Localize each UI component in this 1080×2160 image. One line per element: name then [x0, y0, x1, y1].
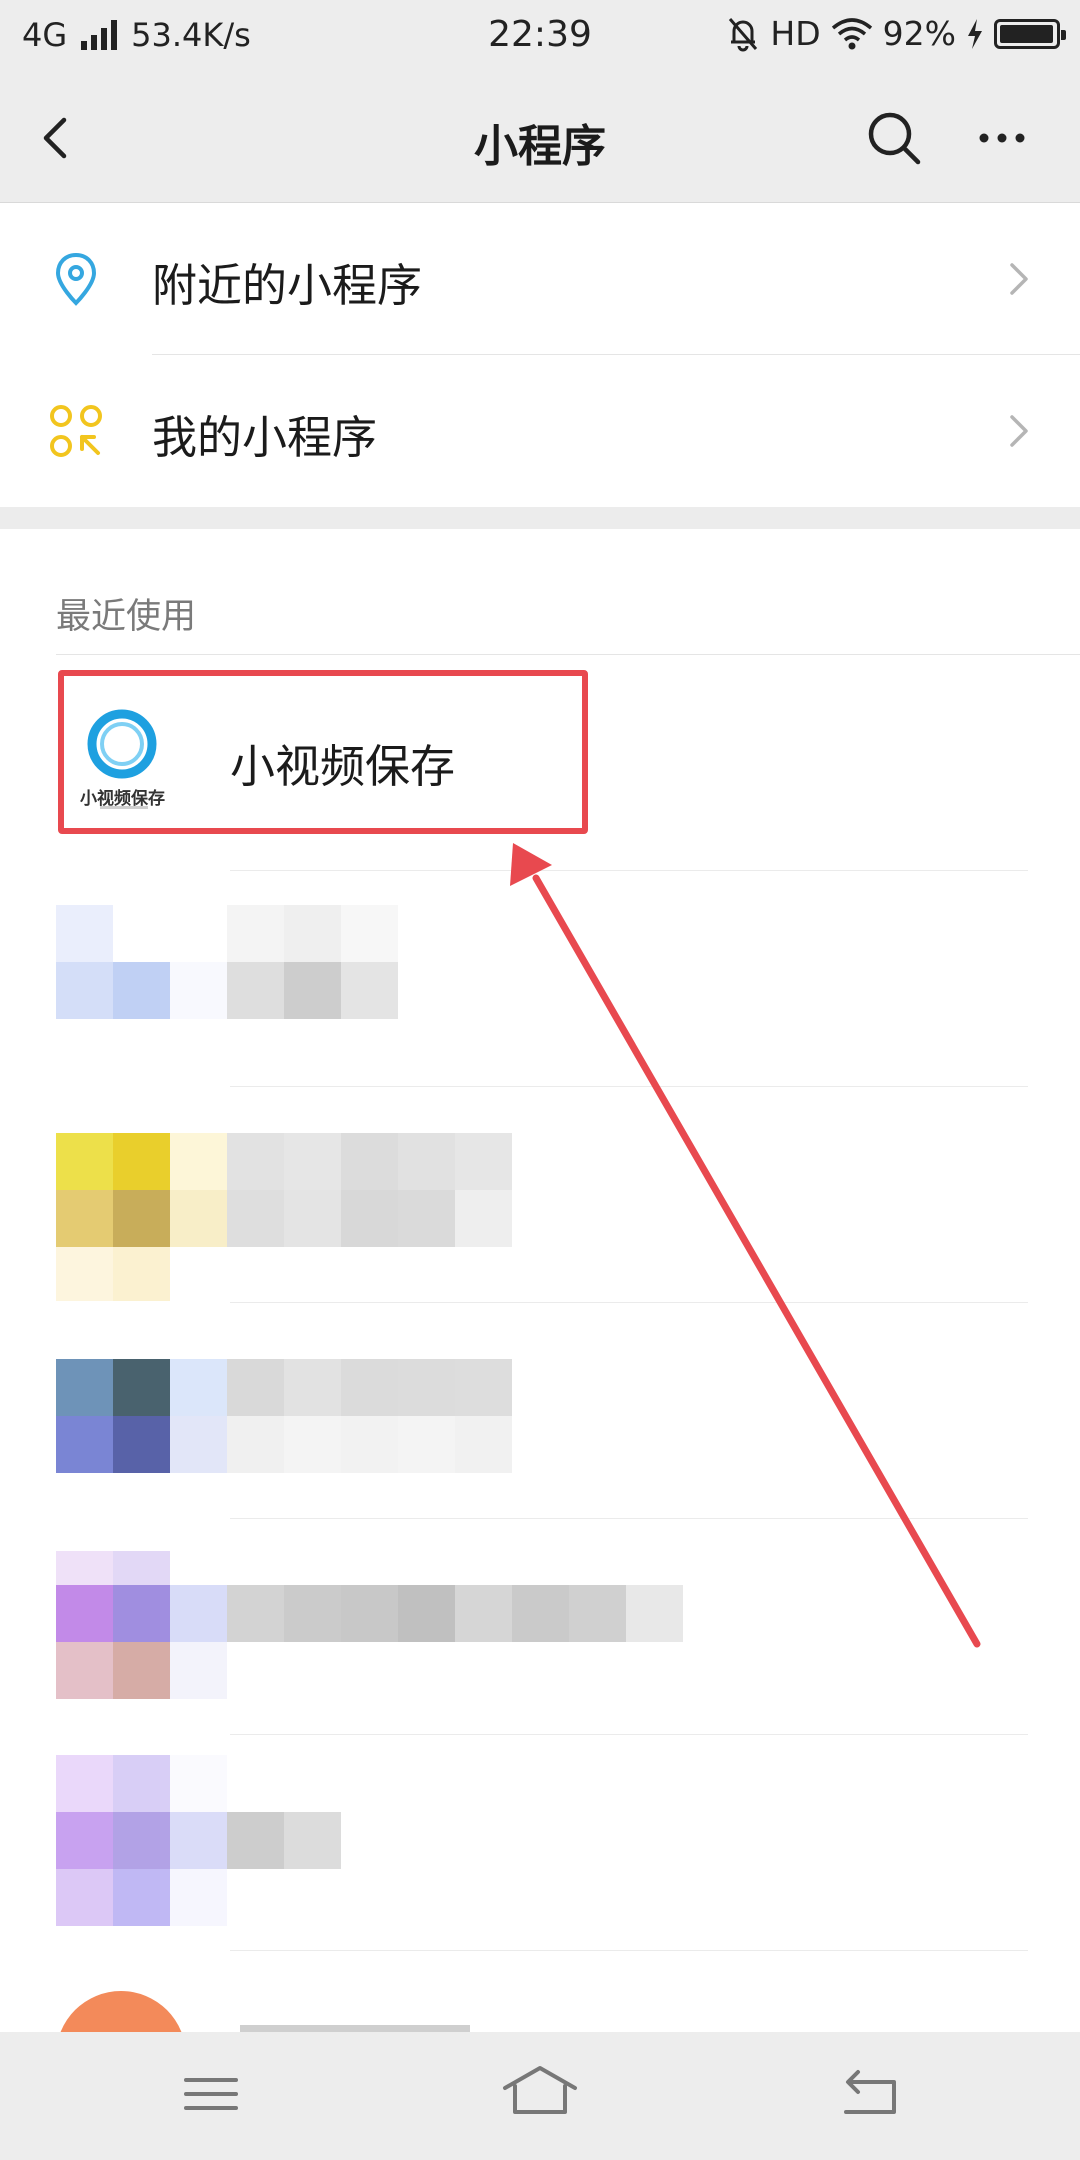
pixelated-row-3[interactable]	[0, 1303, 1080, 1518]
battery-icon	[994, 18, 1066, 49]
status-right: HD 92%	[726, 14, 1066, 53]
partial-app-row[interactable]	[0, 1951, 1080, 2032]
section-gap	[0, 507, 1080, 529]
app-avatar	[56, 1991, 186, 2032]
status-bar: 4G 53.4K/s 22:39 HD 92%	[0, 0, 1080, 72]
chevron-right-icon	[1010, 415, 1028, 447]
home-icon[interactable]	[495, 2062, 585, 2126]
highlight-box	[58, 670, 588, 834]
wifi-icon	[831, 17, 872, 49]
menu-item-label: 附近的小程序	[152, 259, 423, 312]
bottom-nav-bar	[0, 2032, 1080, 2160]
location-pin-icon	[55, 252, 97, 306]
mute-bell-icon	[729, 17, 758, 51]
divider	[56, 654, 1080, 655]
pixelated-row-2[interactable]	[0, 1087, 1080, 1302]
charging-icon	[968, 18, 982, 49]
menu-item-nearby[interactable]: 附近的小程序	[0, 203, 1080, 355]
battery-percent: 92%	[882, 14, 956, 53]
blurred-text	[240, 2025, 470, 2032]
menu-lines-icon[interactable]	[166, 2062, 256, 2126]
menu-item-label: 我的小程序	[152, 411, 378, 464]
pixelated-row-5[interactable]	[0, 1735, 1080, 1950]
menu-section: 附近的小程序 我的小程序	[0, 203, 1080, 507]
search-icon[interactable]	[862, 106, 926, 170]
recent-header: 最近使用	[56, 597, 197, 637]
pixelated-row-4[interactable]	[0, 1519, 1080, 1734]
more-dots-icon[interactable]	[970, 106, 1034, 170]
pixelated-row-1[interactable]	[0, 871, 1080, 1086]
menu-item-mine[interactable]: 我的小程序	[0, 355, 1080, 506]
hd-label: HD	[770, 14, 821, 53]
nav-bar: 小程序	[0, 72, 1080, 203]
chevron-right-icon	[1010, 263, 1028, 295]
grid-circles-icon	[50, 405, 102, 457]
back-arrow-icon[interactable]	[824, 2062, 914, 2126]
